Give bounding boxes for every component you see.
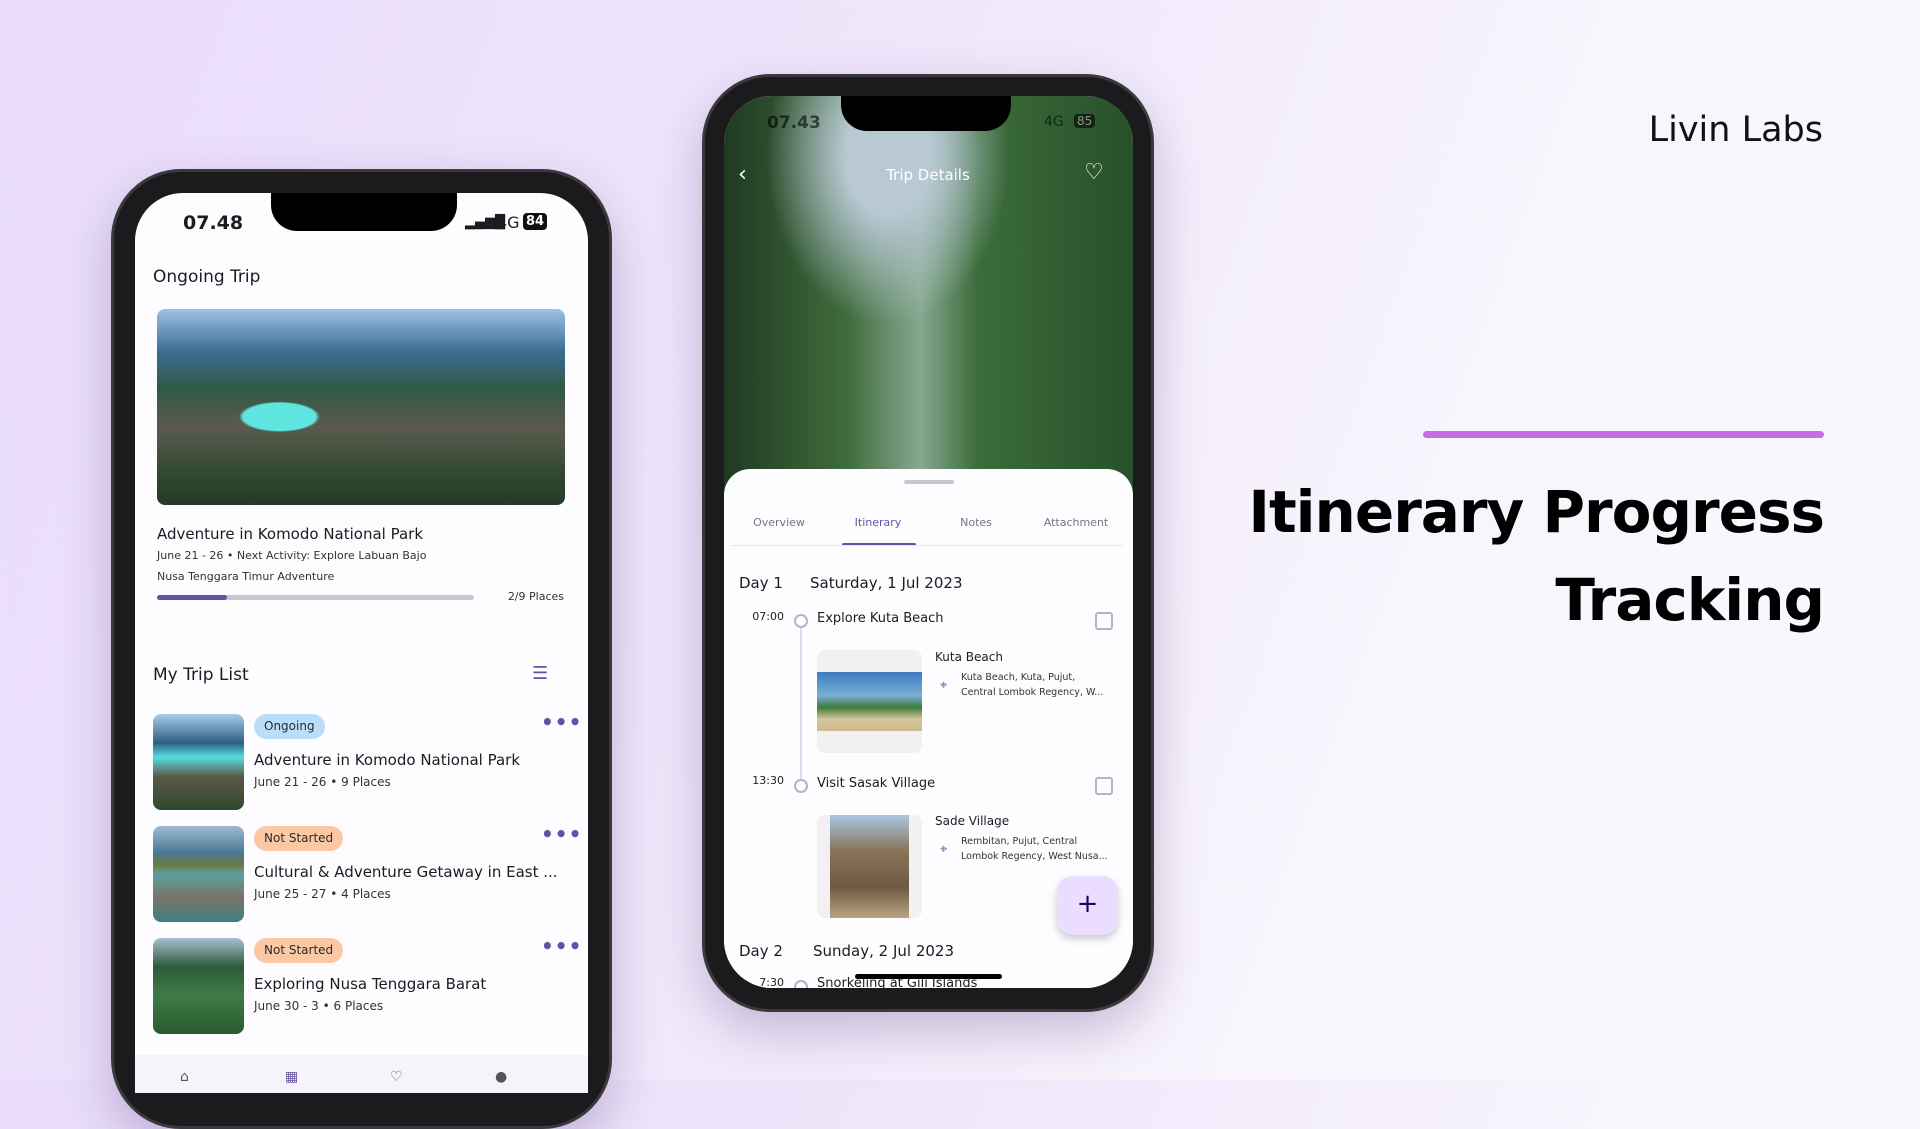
more-options-icon[interactable]: ••• [541, 710, 582, 734]
status-time: 07.43 [767, 113, 821, 133]
location-pin-icon: ⌖ [940, 678, 948, 693]
ongoing-trip-region: Nusa Tenggara Timur Adventure [157, 570, 335, 583]
day-date: Saturday, 1 Jul 2023 [810, 574, 963, 592]
status-badge: Not Started [254, 826, 344, 851]
timeline-node [794, 980, 808, 988]
left-phone-screen: 07.48 ▂▄▆█ 4G 84 Ongoing Trip Adventure … [135, 193, 588, 1093]
place-name: Sade Village [935, 814, 1010, 828]
activity-title[interactable]: Visit Sasak Village [817, 776, 935, 791]
tab-itinerary[interactable]: Itinerary [855, 516, 902, 529]
notch [271, 193, 457, 231]
activity-time: 13:30 [752, 774, 784, 787]
day-label: Day 1 [739, 574, 783, 592]
notch [841, 96, 1011, 131]
place-image[interactable] [817, 650, 922, 753]
activity-title[interactable]: Explore Kuta Beach [817, 611, 944, 626]
trip-thumbnail [153, 938, 244, 1034]
trip-thumbnail [153, 826, 244, 922]
place-address-line: Kuta Beach, Kuta, Pujut, [961, 672, 1076, 683]
trip-list-heading: My Trip List [153, 665, 249, 685]
timeline-line [800, 625, 802, 785]
battery-indicator: 85 [1074, 114, 1096, 128]
tab-notes[interactable]: Notes [960, 516, 992, 529]
favorite-heart-icon[interactable]: ♡ [1084, 160, 1104, 185]
back-icon[interactable]: ‹ [738, 162, 747, 187]
trip-meta: June 25 - 27 • 4 Places [254, 887, 391, 901]
header-title: Trip Details [886, 166, 970, 184]
network-label: 4G [497, 213, 520, 232]
brand-name: Livin Labs [1648, 110, 1823, 150]
progress-fill [157, 595, 227, 600]
ongoing-heading: Ongoing Trip [153, 267, 261, 287]
tab-attachment[interactable]: Attachment [1044, 516, 1109, 529]
headline-line-2: Tracking [1555, 566, 1825, 634]
sort-icon[interactable]: ☰ [532, 663, 548, 684]
network-label: 4G [1044, 114, 1064, 130]
status-time: 07.48 [183, 212, 244, 234]
headline-line-1: Itinerary Progress [1248, 478, 1825, 546]
bottom-nav: ⌂ ▦ ♡ ● [135, 1055, 588, 1093]
progress-label: 2/9 Places [507, 590, 564, 603]
accent-divider [1423, 431, 1824, 438]
trip-thumbnail [153, 714, 244, 810]
place-address-line: Central Lombok Regency, W... [961, 687, 1104, 698]
ongoing-trip-image[interactable] [157, 309, 565, 505]
status-badge: Ongoing [254, 714, 325, 739]
activity-checkbox[interactable] [1095, 612, 1113, 630]
place-address-line: Rembitan, Pujut, Central [961, 836, 1078, 847]
trip-cover-image [724, 96, 1133, 496]
trip-title: Exploring Nusa Tenggara Barat [254, 975, 487, 993]
trip-title: Adventure in Komodo National Park [254, 751, 521, 769]
tab-divider [731, 545, 1124, 546]
favorites-icon[interactable]: ♡ [390, 1069, 403, 1085]
day-date: Sunday, 2 Jul 2023 [813, 942, 955, 960]
drag-handle[interactable] [904, 480, 954, 484]
right-phone-screen: 07.43 4G 85 ‹ Trip Details ♡ Overview It… [724, 96, 1133, 988]
place-address-line: Lombok Regency, West Nusa... [961, 851, 1108, 862]
progress-bar [157, 595, 474, 600]
ongoing-trip-title[interactable]: Adventure in Komodo National Park [157, 525, 423, 543]
more-options-icon[interactable]: ••• [541, 822, 582, 846]
trip-meta: June 21 - 26 • 9 Places [254, 775, 391, 789]
trip-meta: June 30 - 3 • 6 Places [254, 999, 384, 1013]
ongoing-trip-subtitle: June 21 - 26 • Next Activity: Explore La… [157, 549, 427, 562]
status-badge: Not Started [254, 938, 344, 963]
home-indicator [855, 974, 1002, 979]
profile-icon[interactable]: ● [495, 1069, 507, 1085]
location-pin-icon: ⌖ [940, 842, 948, 857]
home-icon[interactable]: ⌂ [180, 1069, 189, 1085]
calendar-icon[interactable]: ▦ [285, 1069, 298, 1085]
battery-indicator: 84 [523, 213, 548, 230]
add-activity-button[interactable]: + [1057, 876, 1118, 935]
place-image[interactable] [817, 815, 922, 918]
place-name: Kuta Beach [935, 650, 1003, 664]
day-label: Day 2 [739, 942, 783, 960]
activity-time: 07:00 [752, 610, 784, 623]
more-options-icon[interactable]: ••• [541, 934, 582, 958]
trip-title: Cultural & Adventure Getaway in East ... [254, 863, 558, 881]
activity-time: 7:30 [759, 976, 784, 988]
tab-overview[interactable]: Overview [753, 516, 805, 529]
timeline-node [794, 614, 808, 628]
timeline-node [794, 779, 808, 793]
activity-checkbox[interactable] [1095, 777, 1113, 795]
